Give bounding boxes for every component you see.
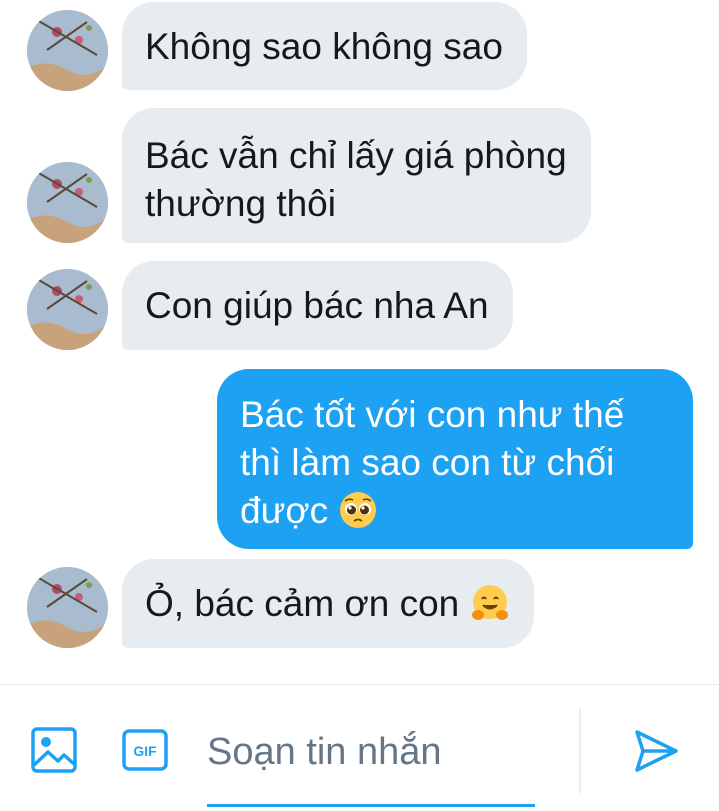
hugging-face-emoji <box>470 583 510 623</box>
divider <box>579 709 581 793</box>
message-bubble-incoming[interactable]: Con giúp bác nha An <box>122 261 513 350</box>
avatar[interactable] <box>27 567 108 648</box>
message-text: Con giúp bác nha An <box>145 285 489 326</box>
image-icon[interactable] <box>29 725 79 775</box>
message-input-wrap <box>207 721 535 807</box>
gif-label: GIF <box>133 743 157 759</box>
message-bubble-incoming[interactable]: Không sao không sao <box>122 2 527 90</box>
message-text-line: được <box>240 487 669 535</box>
avatar[interactable] <box>27 162 108 243</box>
message-text: Ỏ, bác cảm ơn con <box>145 583 460 624</box>
pleading-face-emoji <box>338 490 378 530</box>
message-text: được <box>240 490 329 531</box>
message-text-line: thì làm sao con từ chối <box>240 442 615 483</box>
message-text-line: Bác vẫn chỉ lấy giá phòng <box>145 135 567 176</box>
avatar[interactable] <box>27 10 108 91</box>
message-bubble-outgoing[interactable]: Bác tốt với con như thế thì làm sao con … <box>217 369 693 549</box>
message-bubble-incoming[interactable]: Ỏ, bác cảm ơn con <box>122 559 534 648</box>
send-icon[interactable] <box>630 725 682 777</box>
gif-icon[interactable]: GIF <box>120 725 170 775</box>
message-text: Không sao không sao <box>145 26 503 67</box>
avatar[interactable] <box>27 269 108 350</box>
message-input[interactable] <box>207 721 535 774</box>
dm-conversation-screen: Không sao không sao Bác vẫn chỉ lấy giá … <box>0 0 719 811</box>
message-bubble-incoming[interactable]: Bác vẫn chỉ lấy giá phòng thường thôi <box>122 108 591 243</box>
message-text-line: thường thôi <box>145 183 336 224</box>
message-composer: GIF <box>0 684 719 811</box>
message-text-line: Bác tốt với con như thế <box>240 394 625 435</box>
